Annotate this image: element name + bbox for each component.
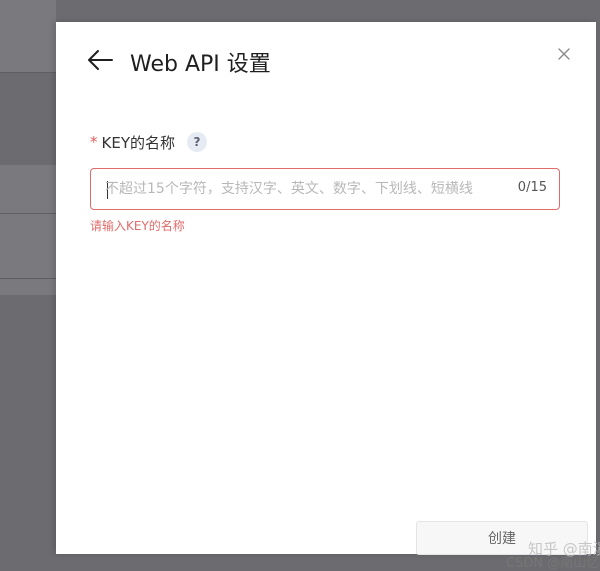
key-name-field[interactable]: 0/15 xyxy=(90,168,560,210)
background-panel-bottom xyxy=(0,279,56,295)
background-panel-lower xyxy=(0,214,56,278)
key-name-error: 请输入KEY的名称 xyxy=(90,219,185,233)
background-panel-top xyxy=(0,0,56,72)
char-count: 0/15 xyxy=(517,180,547,195)
arrow-left-icon[interactable] xyxy=(86,48,114,72)
key-name-label: KEY的名称 xyxy=(101,133,175,152)
close-icon[interactable] xyxy=(556,46,572,62)
web-api-settings-drawer: Web API 设置 * KEY的名称 ? 0/15 请输入KEY的名称 创建 … xyxy=(56,22,600,571)
required-mark: * xyxy=(90,133,98,151)
background-right-edge xyxy=(596,0,600,554)
drawer-title: Web API 设置 xyxy=(130,52,271,77)
background-divider xyxy=(0,72,56,73)
key-name-label-row: * KEY的名称 ? xyxy=(90,132,207,152)
watermark-csdn: CSDN @南山忆874 xyxy=(506,556,600,571)
question-icon[interactable]: ? xyxy=(186,132,207,152)
background-panel-middle xyxy=(0,165,56,213)
key-name-input[interactable] xyxy=(105,169,515,209)
